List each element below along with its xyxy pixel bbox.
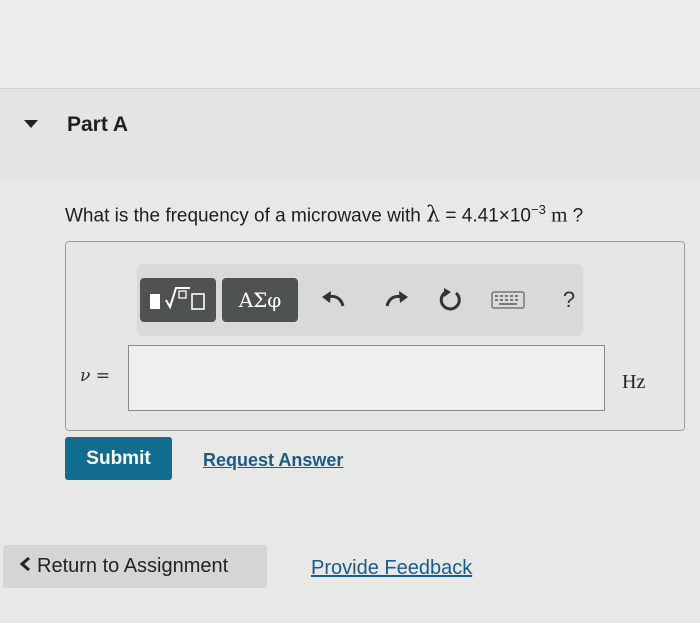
request-answer-link[interactable]: Request Answer bbox=[203, 450, 343, 471]
question-unit: m bbox=[545, 202, 568, 227]
variable-label: ν = bbox=[80, 366, 110, 386]
unit-label: Hz bbox=[622, 371, 646, 393]
provide-feedback-link[interactable]: Provide Feedback bbox=[311, 557, 472, 580]
question-text: What is the frequency of a microwave wit… bbox=[65, 202, 583, 227]
return-to-assignment-button[interactable]: Return to Assignment bbox=[3, 545, 267, 588]
keyboard-button[interactable] bbox=[490, 285, 526, 315]
question-equals: = 4.41×10 bbox=[440, 205, 531, 227]
undo-button[interactable] bbox=[318, 285, 350, 315]
keyboard-icon bbox=[491, 291, 525, 309]
help-button[interactable]: ? bbox=[553, 285, 585, 315]
greek-symbols-button[interactable]: ΑΣφ bbox=[222, 278, 298, 322]
answer-input[interactable] bbox=[128, 345, 605, 411]
return-label: Return to Assignment bbox=[37, 555, 229, 577]
question-suffix: ? bbox=[567, 205, 584, 227]
question-exponent: −3 bbox=[530, 202, 546, 217]
undo-icon bbox=[322, 291, 345, 307]
collapse-caret-icon[interactable] bbox=[24, 120, 38, 128]
question-symbol: λ bbox=[426, 202, 441, 228]
templates-icon bbox=[150, 287, 205, 310]
top-band bbox=[0, 0, 700, 88]
chevron-left-icon bbox=[19, 555, 31, 578]
reset-icon bbox=[439, 288, 461, 311]
redo-button[interactable] bbox=[380, 285, 412, 315]
templates-button[interactable] bbox=[140, 278, 216, 322]
question-prefix: What is the frequency of a microwave wit… bbox=[65, 205, 427, 227]
submit-button[interactable]: Submit bbox=[65, 437, 172, 480]
reset-button[interactable] bbox=[434, 285, 466, 315]
redo-icon bbox=[385, 291, 408, 307]
part-title: Part A bbox=[67, 113, 129, 136]
